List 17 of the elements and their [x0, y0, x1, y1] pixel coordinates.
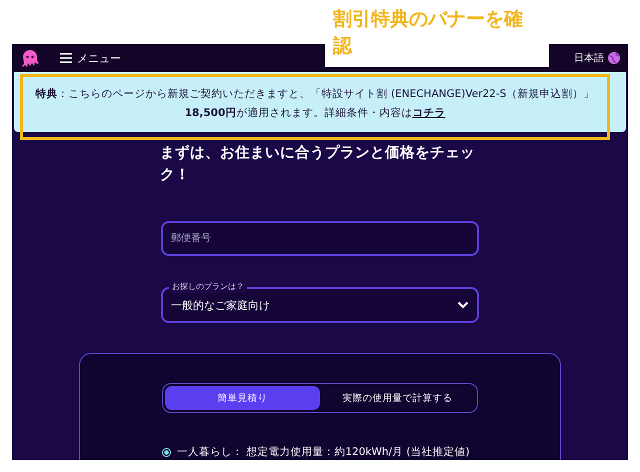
estimate-tab[interactable]: 実際の使用量で計算する [320, 386, 475, 410]
household-option-label: 一人暮らし： 想定電力使用量：約120kWh/月 (当社推定値) [177, 445, 470, 459]
postal-code-field[interactable]: 郵便番号 [161, 221, 479, 256]
select-label: お探しのプランは？ [169, 281, 247, 293]
annotation-text: 割引特典のバナーを確認 [333, 7, 524, 59]
chevron-down-icon [457, 301, 469, 309]
promo-text: 特典：こちらのページから新規ご契約いただきますと、「特設サイト割 (ENECHANGE)Ver22-S（新規申込割）」 18,500円が適用されます。詳細条件・内容は コチラ [36, 87, 594, 121]
estimate-tab[interactable]: 簡単見積り [165, 386, 320, 410]
select-value: 一般的なご家庭向け [171, 298, 271, 312]
globe-icon [608, 52, 620, 64]
radio-button[interactable] [162, 448, 171, 456]
details-link[interactable]: コチラ [412, 107, 446, 119]
octopus-icon[interactable] [20, 48, 40, 68]
menu-icon [60, 53, 72, 63]
language-button[interactable]: 日本語 [574, 51, 620, 65]
menu-button[interactable]: メニュー [60, 50, 121, 66]
heading: まずは、お住まいに合うプランと価格をチェック！ [160, 144, 476, 185]
